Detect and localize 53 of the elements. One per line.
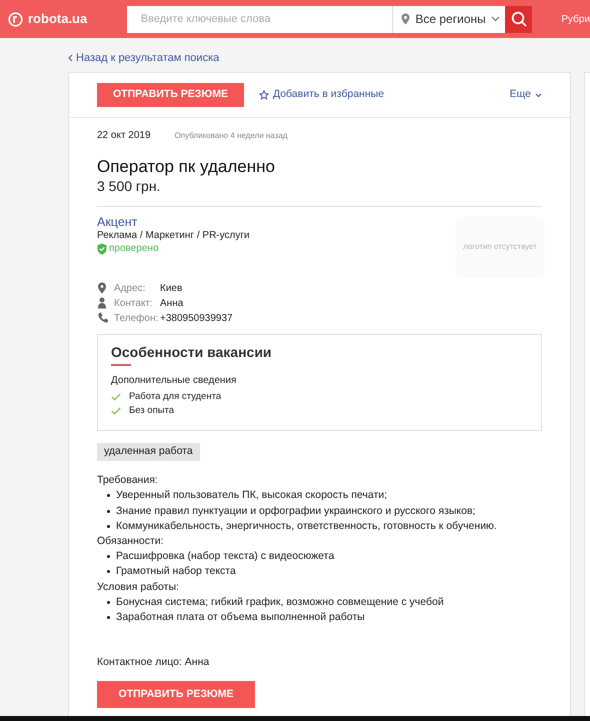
section-heading: Условия работы:: [97, 580, 180, 595]
list-item-text: Коммуникабельность, энергичность, ответственность, готовность к обучению.: [116, 518, 497, 534]
detail-value: +380950939937: [160, 312, 233, 326]
company-link[interactable]: Акцент: [97, 214, 138, 229]
list-item-text: Уверенный пользователь ПК, высокая скорость печати;: [116, 488, 388, 504]
published-text: Опубликовано 4 недели назад: [174, 130, 288, 142]
bullet-icon: [107, 555, 110, 558]
salary-text: 3 500 грн.: [97, 177, 162, 196]
detail-label: Контакт:: [114, 296, 154, 311]
bullet-icon: [107, 524, 110, 528]
list-item-text: Знание правил пунктуации и орфографии украинского и русского языков;: [116, 504, 476, 519]
location-pin-icon: [97, 282, 108, 294]
chevron-left-icon: [68, 54, 73, 62]
feature-item: Работа для студента: [129, 391, 222, 404]
detail-label: Адрес:: [114, 282, 146, 296]
feature-item: Без опыта: [129, 405, 174, 418]
section-heading: Требования:: [97, 473, 159, 488]
bullet-icon: [107, 510, 110, 513]
detail-value: Киев: [160, 282, 182, 296]
search-field[interactable]: Введите ключевые слова: [126, 6, 392, 32]
contact-person-text: Контактное лицо: Анна: [97, 655, 210, 670]
verified-label: проверено: [109, 242, 159, 256]
title-underline: [111, 364, 131, 366]
tag-label[interactable]: удаленная работа: [97, 443, 200, 462]
features-title: Особенности вакансии: [111, 344, 273, 360]
phone-icon: [97, 312, 108, 324]
detail-value: Анна: [160, 296, 184, 311]
chevron-down-icon: [490, 16, 500, 22]
bullet-icon: [107, 600, 110, 604]
star-icon: [258, 90, 269, 100]
favorite-link[interactable]: Добавить в избранные: [258, 87, 384, 103]
vacancy-title: Оператор пк удаленно: [97, 157, 276, 178]
list-item-text: Заработная плата от объема выполненной работы: [116, 610, 365, 625]
person-icon: [97, 297, 108, 310]
chevron-down-icon: [535, 92, 542, 98]
list-item-text: Бонусная система; гибкий график, возможно совмещение с учебой: [116, 594, 444, 610]
region-dropdown[interactable]: Все регионы: [392, 6, 506, 32]
list-item-text: Грамотный набор текста: [116, 564, 236, 580]
list-item-text: Расшифровка (набор текста) с видеосюжета: [116, 549, 334, 564]
features-subtitle: Дополнительные сведения: [111, 374, 238, 388]
logo-icon: [8, 12, 23, 26]
logo-placeholder-text: логотип отсутствует: [463, 242, 537, 252]
date-text: 22 окт 2019: [97, 129, 151, 143]
industry-text: Реклама / Маркетинг / PR-услуги: [97, 230, 250, 243]
search-button[interactable]: [505, 6, 532, 32]
search-icon: [510, 11, 527, 27]
back-link[interactable]: Назад к результатам поиска: [68, 50, 220, 66]
more-dropdown[interactable]: Еще: [510, 87, 542, 103]
bullet-icon: [107, 494, 110, 498]
bullet-icon: [107, 570, 110, 574]
location-pin-icon: [401, 13, 410, 25]
bullet-icon: [107, 616, 110, 620]
section-heading: Обязанности:: [97, 534, 165, 549]
